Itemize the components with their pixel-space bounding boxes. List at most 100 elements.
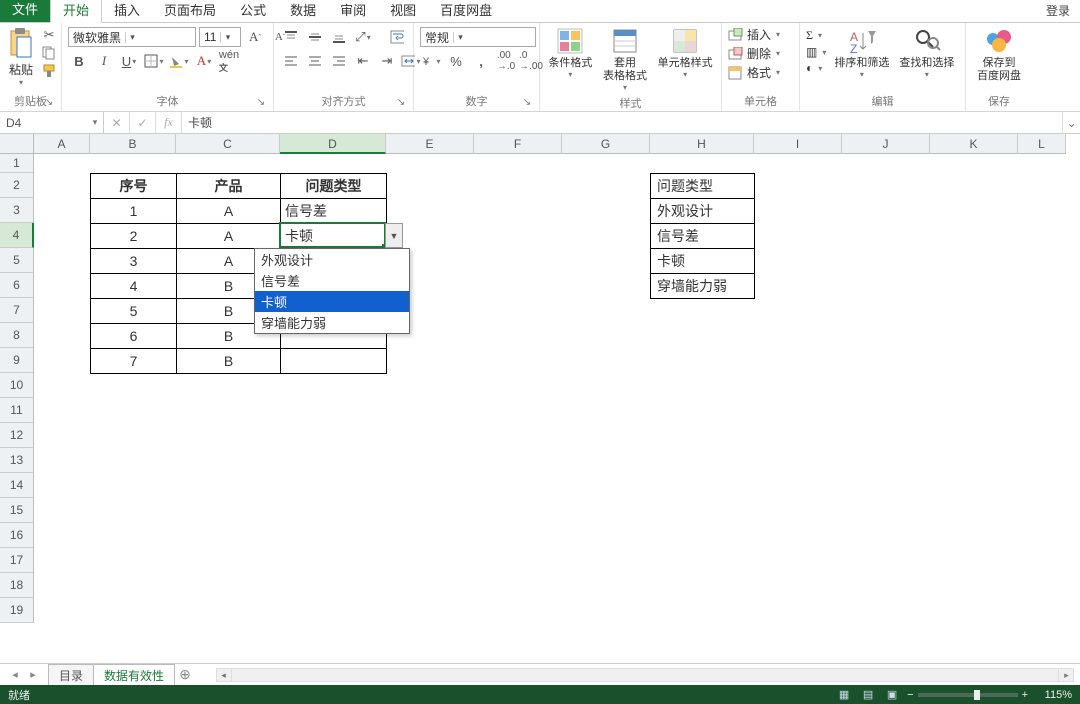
column-header-A[interactable]: A (34, 134, 90, 154)
menu-tab-view[interactable]: 视图 (378, 0, 428, 22)
increase-indent-button[interactable]: ⇥ (376, 51, 398, 71)
decrease-decimal-button[interactable]: .0→.00 (520, 51, 542, 71)
data-validation-dropdown[interactable]: 外观设计信号差卡顿穿墙能力弱 (254, 248, 410, 334)
insert-cells-button[interactable]: 插入▾ (726, 25, 795, 44)
table-cell[interactable]: 7 (91, 349, 177, 374)
cancel-formula-button[interactable]: ✕ (104, 112, 130, 133)
menu-tab-data[interactable]: 数据 (278, 0, 328, 22)
column-header-L[interactable]: L (1018, 134, 1066, 154)
menu-tab-insert[interactable]: 插入 (102, 0, 152, 22)
data-validation-dropdown-button[interactable]: ▼ (385, 223, 403, 248)
clear-button[interactable]: ◐▾ (804, 60, 828, 76)
sheet-tab-1[interactable]: 数据有效性 (93, 664, 175, 687)
format-cells-button[interactable]: 格式▾ (726, 63, 795, 82)
add-sheet-button[interactable]: ⊕ (174, 666, 196, 683)
page-layout-view-button[interactable]: ▤ (859, 688, 877, 702)
align-right-button[interactable] (328, 51, 350, 71)
zoom-value[interactable]: 115% (1034, 689, 1072, 701)
borders-button[interactable]: ▾ (143, 51, 165, 71)
menu-tab-home[interactable]: 开始 (50, 0, 102, 23)
row-header-19[interactable]: 19 (0, 598, 34, 623)
align-center-button[interactable] (304, 51, 326, 71)
table-cell[interactable]: 5 (91, 299, 177, 324)
currency-button[interactable]: ¥▾ (420, 51, 442, 71)
row-header-16[interactable]: 16 (0, 523, 34, 548)
expand-formula-bar-button[interactable]: ⌄ (1062, 112, 1080, 133)
menu-tab-layout[interactable]: 页面布局 (152, 0, 228, 22)
menu-tab-review[interactable]: 审阅 (328, 0, 378, 22)
fill-button[interactable]: ▥▾ (804, 44, 828, 60)
font-color-button[interactable]: A▾ (193, 51, 215, 71)
row-header-6[interactable]: 6 (0, 273, 34, 298)
zoom-out-button[interactable]: − (907, 689, 913, 701)
login-link[interactable]: 登录 (1036, 0, 1080, 22)
dropdown-option[interactable]: 信号差 (255, 270, 409, 291)
row-header-17[interactable]: 17 (0, 548, 34, 573)
column-header-I[interactable]: I (754, 134, 842, 154)
formula-input[interactable]: 卡顿 (182, 112, 1062, 133)
align-left-button[interactable] (280, 51, 302, 71)
column-header-K[interactable]: K (930, 134, 1018, 154)
format-painter-button[interactable] (40, 63, 58, 79)
sheet-tab-0[interactable]: 目录 (48, 664, 94, 686)
font-name-combo[interactable]: 微软雅黑▾ (68, 27, 196, 47)
side-list-item[interactable]: 穿墙能力弱 (651, 274, 755, 299)
row-header-1[interactable]: 1 (0, 154, 34, 173)
increase-font-button[interactable]: Aˆ (244, 27, 266, 47)
font-size-combo[interactable]: 11▾ (199, 27, 241, 47)
column-header-J[interactable]: J (842, 134, 930, 154)
select-all-corner[interactable] (0, 134, 34, 154)
table-cell[interactable]: 卡顿 (281, 224, 387, 249)
row-header-4[interactable]: 4 (0, 223, 34, 248)
row-header-18[interactable]: 18 (0, 573, 34, 598)
dropdown-option[interactable]: 外观设计 (255, 249, 409, 270)
wrap-text-button[interactable] (386, 27, 408, 47)
italic-button[interactable]: I (93, 51, 115, 71)
row-header-2[interactable]: 2 (0, 173, 34, 198)
column-header-H[interactable]: H (650, 134, 754, 154)
table-cell[interactable]: B (177, 349, 281, 374)
table-format-button[interactable]: 套用表格格式▾ (599, 25, 651, 94)
table-cell[interactable]: 3 (91, 249, 177, 274)
sheet-nav-last[interactable]: ▸ (24, 668, 42, 681)
delete-cells-button[interactable]: 删除▾ (726, 44, 795, 63)
cut-button[interactable]: ✂ (40, 27, 58, 43)
cell-style-button[interactable]: 单元格样式▾ (654, 25, 717, 81)
save-baidu-button[interactable]: 保存到百度网盘 (973, 25, 1025, 85)
name-box[interactable]: D4 ▾ (0, 112, 104, 133)
autosum-button[interactable]: Σ▾ (804, 27, 828, 44)
table-cell[interactable]: 6 (91, 324, 177, 349)
row-header-10[interactable]: 10 (0, 373, 34, 398)
clipboard-dialog-launcher[interactable] (43, 97, 55, 109)
copy-button[interactable] (40, 45, 58, 61)
table-cell[interactable]: A (177, 199, 281, 224)
comma-button[interactable]: , (470, 51, 492, 71)
menu-tab-formulas[interactable]: 公式 (228, 0, 278, 22)
column-header-E[interactable]: E (386, 134, 474, 154)
normal-view-button[interactable]: ▦ (835, 688, 853, 702)
page-break-view-button[interactable]: ▣ (883, 688, 901, 702)
paste-button[interactable]: 粘贴 ▾ (4, 25, 38, 89)
align-bottom-button[interactable] (328, 27, 350, 47)
row-header-12[interactable]: 12 (0, 423, 34, 448)
row-header-15[interactable]: 15 (0, 498, 34, 523)
side-list-item[interactable]: 卡顿 (651, 249, 755, 274)
orientation-button[interactable]: ⤢▾ (352, 27, 374, 47)
row-header-14[interactable]: 14 (0, 473, 34, 498)
table-cell[interactable]: 4 (91, 274, 177, 299)
row-header-3[interactable]: 3 (0, 198, 34, 223)
increase-decimal-button[interactable]: .00→.0 (495, 51, 517, 71)
conditional-format-button[interactable]: 条件格式▾ (544, 25, 596, 81)
zoom-in-button[interactable]: + (1022, 689, 1028, 701)
align-middle-button[interactable] (304, 27, 326, 47)
menu-tab-baidu[interactable]: 百度网盘 (428, 0, 504, 22)
fill-color-button[interactable]: ▾ (168, 51, 190, 71)
pinyin-button[interactable]: wén文 (218, 51, 240, 71)
find-select-button[interactable]: 查找和选择▾ (895, 25, 958, 81)
percent-button[interactable]: % (445, 51, 467, 71)
side-list-item[interactable]: 信号差 (651, 224, 755, 249)
decrease-indent-button[interactable]: ⇤ (352, 51, 374, 71)
table-cell[interactable]: 2 (91, 224, 177, 249)
row-header-11[interactable]: 11 (0, 398, 34, 423)
sheet-nav-first[interactable]: ◂ (6, 668, 24, 681)
